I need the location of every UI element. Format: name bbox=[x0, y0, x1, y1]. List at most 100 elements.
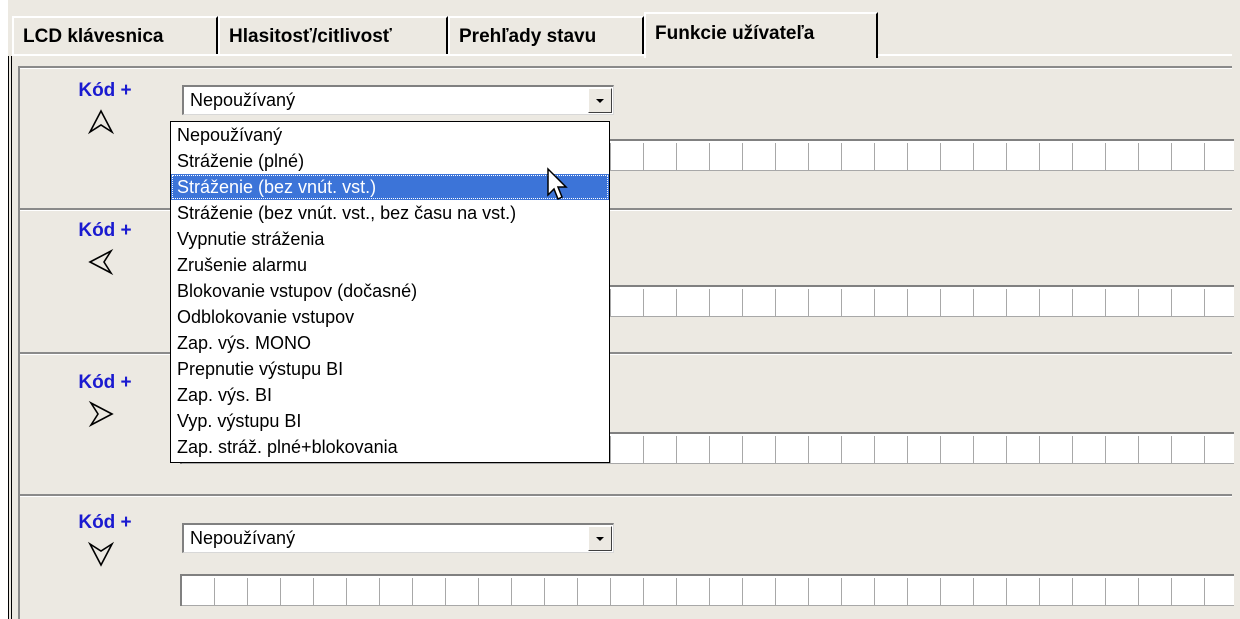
zone-cell[interactable] bbox=[1007, 578, 1040, 606]
zone-cell[interactable] bbox=[611, 289, 644, 317]
dropdown-option[interactable]: Zap. stráž. plné+blokovania bbox=[171, 434, 609, 460]
zone-cell[interactable] bbox=[908, 578, 941, 606]
zone-cell[interactable] bbox=[710, 578, 743, 606]
zone-cell[interactable] bbox=[710, 436, 743, 464]
zone-cell[interactable] bbox=[644, 578, 677, 606]
zone-cell[interactable] bbox=[1139, 578, 1172, 606]
zone-cell[interactable] bbox=[908, 436, 941, 464]
zone-cell[interactable] bbox=[611, 436, 644, 464]
zone-cell[interactable] bbox=[1205, 436, 1234, 464]
zone-cell[interactable] bbox=[1007, 289, 1040, 317]
zone-cell[interactable] bbox=[1106, 289, 1139, 317]
zone-cell[interactable] bbox=[809, 143, 842, 171]
dropdown-button[interactable] bbox=[588, 88, 612, 113]
zone-cell[interactable] bbox=[215, 578, 248, 606]
zone-cell[interactable] bbox=[677, 143, 710, 171]
dropdown-option[interactable]: Blokovanie vstupov (dočasné) bbox=[171, 278, 609, 304]
zone-cell[interactable] bbox=[875, 436, 908, 464]
zone-cell[interactable] bbox=[1073, 289, 1106, 317]
zone-cell[interactable] bbox=[281, 578, 314, 606]
zone-cell[interactable] bbox=[941, 578, 974, 606]
zone-cell[interactable] bbox=[644, 289, 677, 317]
zone-cell[interactable] bbox=[1073, 143, 1106, 171]
zone-cell[interactable] bbox=[710, 143, 743, 171]
zone-cell[interactable] bbox=[1139, 143, 1172, 171]
zone-cell[interactable] bbox=[809, 578, 842, 606]
tab-prehlady-stavu[interactable]: Prehľady stavu bbox=[448, 16, 644, 54]
zone-cell[interactable] bbox=[974, 289, 1007, 317]
dropdown-option[interactable]: Zrušenie alarmu bbox=[171, 252, 609, 278]
zone-cell[interactable] bbox=[875, 289, 908, 317]
zone-cell[interactable] bbox=[842, 143, 875, 171]
zone-cell[interactable] bbox=[1007, 436, 1040, 464]
dropdown-option[interactable]: Odblokovanie vstupov bbox=[171, 304, 609, 330]
zone-cell[interactable] bbox=[941, 436, 974, 464]
tab-funkcie-uzivatela[interactable]: Funkcie užívateľa bbox=[644, 12, 878, 58]
zone-cell[interactable] bbox=[1106, 143, 1139, 171]
zone-cell[interactable] bbox=[1007, 143, 1040, 171]
zone-cell[interactable] bbox=[1205, 578, 1234, 606]
zone-cell[interactable] bbox=[974, 436, 1007, 464]
zone-cell[interactable] bbox=[1205, 289, 1234, 317]
zone-cell[interactable] bbox=[974, 578, 1007, 606]
zone-cell[interactable] bbox=[1172, 578, 1205, 606]
dropdown-option[interactable]: Prepnutie výstupu BI bbox=[171, 356, 609, 382]
dropdown-option[interactable]: Stráženie (plné) bbox=[171, 148, 609, 174]
zone-cell[interactable] bbox=[347, 578, 380, 606]
zone-cell[interactable] bbox=[974, 143, 1007, 171]
zone-cell[interactable] bbox=[1040, 289, 1073, 317]
zone-cell[interactable] bbox=[776, 289, 809, 317]
zone-cell[interactable] bbox=[809, 436, 842, 464]
function-dropdown-list[interactable]: Nepoužívaný Stráženie (plné) Stráženie (… bbox=[170, 121, 610, 463]
zone-cell[interactable] bbox=[1040, 143, 1073, 171]
zone-cell[interactable] bbox=[1040, 436, 1073, 464]
zone-cell[interactable] bbox=[1106, 578, 1139, 606]
zone-cell[interactable] bbox=[677, 289, 710, 317]
zone-cell[interactable] bbox=[1205, 143, 1234, 171]
function-select-down[interactable]: Nepoužívaný bbox=[182, 523, 614, 553]
zone-cell[interactable] bbox=[1139, 436, 1172, 464]
zone-cell[interactable] bbox=[644, 436, 677, 464]
zone-cell[interactable] bbox=[578, 578, 611, 606]
zone-cell[interactable] bbox=[743, 143, 776, 171]
zone-cell[interactable] bbox=[842, 289, 875, 317]
zone-cell[interactable] bbox=[1073, 578, 1106, 606]
zone-cell[interactable] bbox=[677, 578, 710, 606]
zone-cell[interactable] bbox=[512, 578, 545, 606]
zone-cell[interactable] bbox=[809, 289, 842, 317]
tab-hlasitost-citlivost[interactable]: Hlasitosť/citlivosť bbox=[218, 16, 448, 54]
zone-cell[interactable] bbox=[941, 289, 974, 317]
zone-cell[interactable] bbox=[413, 578, 446, 606]
zone-cell[interactable] bbox=[1172, 143, 1205, 171]
zone-cell[interactable] bbox=[1172, 436, 1205, 464]
zone-cell[interactable] bbox=[908, 289, 941, 317]
zone-cell[interactable] bbox=[545, 578, 578, 606]
zone-cell[interactable] bbox=[182, 578, 215, 606]
zone-cell[interactable] bbox=[710, 289, 743, 317]
zone-cell[interactable] bbox=[875, 578, 908, 606]
zone-cell[interactable] bbox=[611, 578, 644, 606]
dropdown-option[interactable]: Zap. výs. MONO bbox=[171, 330, 609, 356]
dropdown-option[interactable]: Zap. výs. BI bbox=[171, 382, 609, 408]
function-select-up[interactable]: Nepoužívaný bbox=[182, 85, 614, 115]
dropdown-option[interactable]: Nepoužívaný bbox=[171, 122, 609, 148]
zone-cell[interactable] bbox=[908, 143, 941, 171]
dropdown-option[interactable]: Vyp. výstupu BI bbox=[171, 408, 609, 434]
zone-cell[interactable] bbox=[875, 143, 908, 171]
zone-cell[interactable] bbox=[776, 436, 809, 464]
tab-lcd-klavesnica[interactable]: LCD klávesnica bbox=[12, 16, 218, 54]
zone-cell[interactable] bbox=[644, 143, 677, 171]
zone-grid[interactable] bbox=[180, 574, 1234, 606]
zone-cell[interactable] bbox=[1139, 289, 1172, 317]
zone-cell[interactable] bbox=[1106, 436, 1139, 464]
zone-cell[interactable] bbox=[743, 436, 776, 464]
zone-cell[interactable] bbox=[1073, 436, 1106, 464]
dropdown-option[interactable]: Stráženie (bez vnút. vst., bez času na v… bbox=[171, 200, 609, 226]
zone-cell[interactable] bbox=[941, 143, 974, 171]
zone-cell[interactable] bbox=[743, 578, 776, 606]
zone-cell[interactable] bbox=[677, 436, 710, 464]
zone-cell[interactable] bbox=[776, 143, 809, 171]
zone-cell[interactable] bbox=[1040, 578, 1073, 606]
dropdown-button[interactable] bbox=[588, 526, 612, 551]
zone-cell[interactable] bbox=[842, 436, 875, 464]
